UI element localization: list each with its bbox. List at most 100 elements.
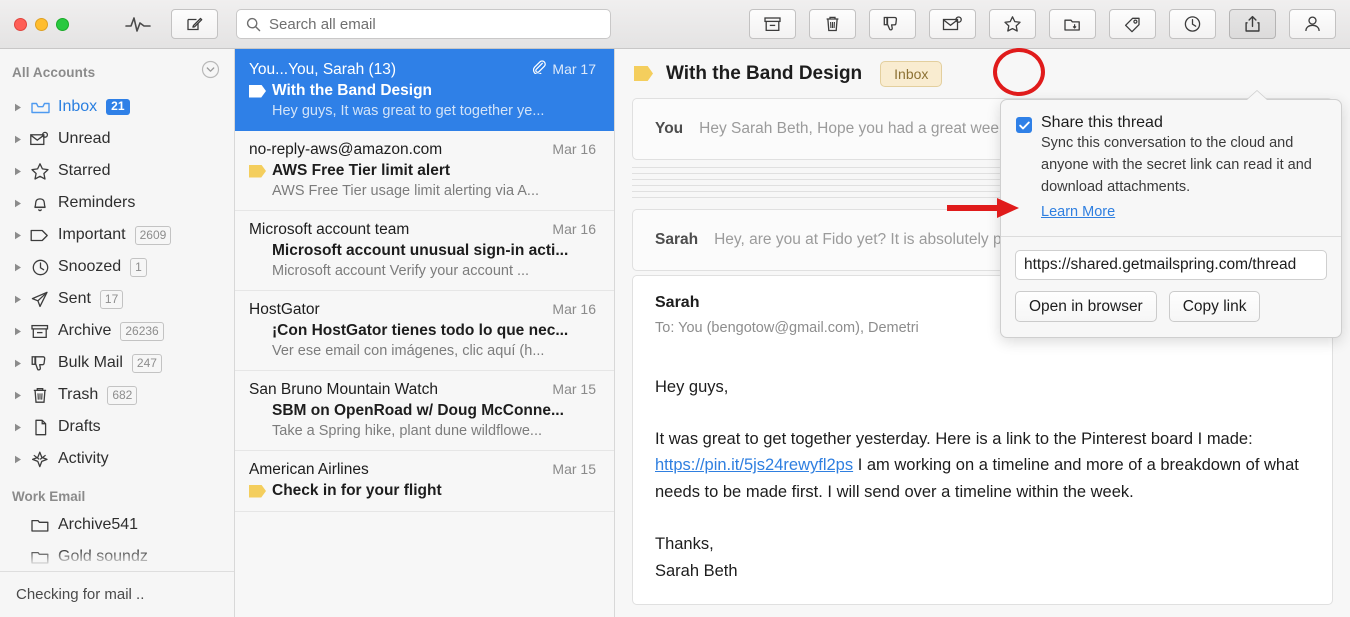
- disclosure-triangle-icon[interactable]: [10, 263, 26, 272]
- label-button[interactable]: [1109, 9, 1156, 39]
- list-item-subject: Check in for your flight: [272, 482, 442, 500]
- list-item-header: Microsoft account team Mar 16: [249, 221, 596, 239]
- collapsed-message-sender: You: [655, 120, 683, 138]
- inbox-icon: [26, 99, 54, 116]
- sidebar-item-sent[interactable]: Sent 17: [0, 283, 234, 315]
- sidebar-folder-archive541[interactable]: Archive541: [0, 509, 234, 541]
- sidebar-badge: 26236: [120, 322, 163, 341]
- unread-envelope-icon: [26, 131, 54, 148]
- paper-plane-icon: [26, 290, 54, 309]
- sidebar-badge: 2609: [135, 226, 172, 245]
- sidebar-item-label: Archive: [58, 322, 111, 340]
- sidebar-scroll-area[interactable]: All Accounts Inbox 21 Unread: [0, 49, 234, 571]
- app-body: All Accounts Inbox 21 Unread: [0, 49, 1350, 617]
- message-signature: Sarah Beth: [655, 562, 738, 580]
- mark-spam-button[interactable]: [869, 9, 916, 39]
- list-item-date: Mar 16: [552, 221, 596, 237]
- share-url-input[interactable]: https://shared.getmailspring.com/thread: [1015, 250, 1327, 280]
- mark-unread-button[interactable]: [929, 9, 976, 39]
- contact-button[interactable]: [1289, 9, 1336, 39]
- list-item-snippet: AWS Free Tier usage limit alerting via A…: [272, 183, 596, 199]
- copy-link-button[interactable]: Copy link: [1169, 291, 1261, 322]
- message-signoff-text: Thanks,: [655, 535, 714, 553]
- disclosure-triangle-icon[interactable]: [10, 423, 26, 432]
- move-to-folder-button[interactable]: [1049, 9, 1096, 39]
- sidebar-item-label: Sent: [58, 290, 91, 308]
- list-item-snippet: Ver ese email con imágenes, clic aquí (h…: [272, 343, 596, 359]
- list-item-subject: With the Band Design: [272, 82, 432, 100]
- sidebar-item-snoozed[interactable]: Snoozed 1: [0, 251, 234, 283]
- sidebar-item-archive[interactable]: Archive 26236: [0, 315, 234, 347]
- disclosure-triangle-icon[interactable]: [10, 359, 26, 368]
- archive-button[interactable]: [749, 9, 796, 39]
- sidebar-badge: 247: [132, 354, 162, 373]
- chevron-down-icon[interactable]: [201, 60, 220, 84]
- minimize-window-button[interactable]: [35, 18, 48, 31]
- list-item-date: Mar 16: [552, 141, 596, 157]
- disclosure-triangle-icon[interactable]: [10, 455, 26, 464]
- sidebar-account-header[interactable]: All Accounts: [0, 57, 234, 91]
- trash-icon: [26, 386, 54, 405]
- toolbar-action-group: [749, 9, 1350, 39]
- sidebar-badge: 17: [100, 290, 123, 309]
- disclosure-triangle-icon[interactable]: [10, 199, 26, 208]
- label-tag-placeholder: [249, 245, 266, 258]
- table-row[interactable]: You...You, Sarah (13) Mar 17 With the Ba…: [235, 49, 614, 131]
- activity-icon: [26, 450, 54, 469]
- sidebar-item-activity[interactable]: Activity: [0, 443, 234, 475]
- pinterest-link[interactable]: https://pin.it/5js24rewyfl2ps: [655, 456, 853, 474]
- list-item-sender: HostGator: [249, 301, 546, 319]
- sidebar-folder-gold-soundz[interactable]: Gold soundz: [0, 541, 234, 571]
- sidebar-folder-label: Archive541: [58, 516, 138, 534]
- sidebar-item-bulk-mail[interactable]: Bulk Mail 247: [0, 347, 234, 379]
- sidebar-item-inbox[interactable]: Inbox 21: [0, 91, 234, 123]
- disclosure-triangle-icon[interactable]: [10, 391, 26, 400]
- disclosure-triangle-icon[interactable]: [10, 231, 26, 240]
- disclosure-triangle-icon[interactable]: [10, 167, 26, 176]
- clock-outline-icon: [26, 258, 54, 277]
- table-row[interactable]: Microsoft account team Mar 16 Microsoft …: [235, 211, 614, 291]
- mail-app-window: Search all email: [0, 0, 1350, 617]
- sidebar-badge: 1: [130, 258, 147, 277]
- trash-button[interactable]: [809, 9, 856, 39]
- sidebar-item-label: Snoozed: [58, 258, 121, 276]
- disclosure-triangle-icon[interactable]: [10, 295, 26, 304]
- folder-chip[interactable]: Inbox: [880, 61, 942, 87]
- learn-more-link[interactable]: Learn More: [1041, 204, 1115, 220]
- label-tag-icon: [634, 66, 653, 81]
- table-row[interactable]: no-reply-aws@amazon.com Mar 16 AWS Free …: [235, 131, 614, 211]
- sidebar-badge: 21: [106, 99, 129, 116]
- maximize-window-button[interactable]: [56, 18, 69, 31]
- compose-button[interactable]: [171, 9, 218, 39]
- sidebar-item-label: Unread: [58, 130, 110, 148]
- table-row[interactable]: HostGator Mar 16 ¡Con HostGator tienes t…: [235, 291, 614, 371]
- sidebar-item-label: Activity: [58, 450, 109, 468]
- star-button[interactable]: [989, 9, 1036, 39]
- sidebar-account-label: All Accounts: [12, 65, 95, 80]
- message-list[interactable]: You...You, Sarah (13) Mar 17 With the Ba…: [235, 49, 615, 617]
- sidebar-item-trash[interactable]: Trash 682: [0, 379, 234, 411]
- collapsed-message-sender: Sarah: [655, 231, 698, 249]
- sidebar-item-reminders[interactable]: Reminders: [0, 187, 234, 219]
- disclosure-triangle-icon[interactable]: [10, 327, 26, 336]
- archive-box-icon: [26, 323, 54, 340]
- open-in-browser-button[interactable]: Open in browser: [1015, 291, 1157, 322]
- sidebar-item-starred[interactable]: Starred: [0, 155, 234, 187]
- snooze-button[interactable]: [1169, 9, 1216, 39]
- disclosure-triangle-icon[interactable]: [10, 103, 26, 112]
- main-toolbar: Search all email: [0, 0, 1350, 49]
- search-input[interactable]: Search all email: [236, 9, 611, 39]
- close-window-button[interactable]: [14, 18, 27, 31]
- sidebar-item-drafts[interactable]: Drafts: [0, 411, 234, 443]
- list-item-date: Mar 16: [552, 301, 596, 317]
- list-item-sender: American Airlines: [249, 461, 546, 479]
- share-thread-checkbox[interactable]: [1016, 117, 1032, 133]
- list-item-date: Mar 15: [552, 461, 596, 477]
- activity-pulse-icon[interactable]: [121, 15, 155, 33]
- share-button[interactable]: [1229, 9, 1276, 39]
- disclosure-triangle-icon[interactable]: [10, 135, 26, 144]
- sidebar-item-unread[interactable]: Unread: [0, 123, 234, 155]
- sidebar-item-important[interactable]: Important 2609: [0, 219, 234, 251]
- table-row[interactable]: San Bruno Mountain Watch Mar 15 SBM on O…: [235, 371, 614, 451]
- table-row[interactable]: American Airlines Mar 15 Check in for yo…: [235, 451, 614, 512]
